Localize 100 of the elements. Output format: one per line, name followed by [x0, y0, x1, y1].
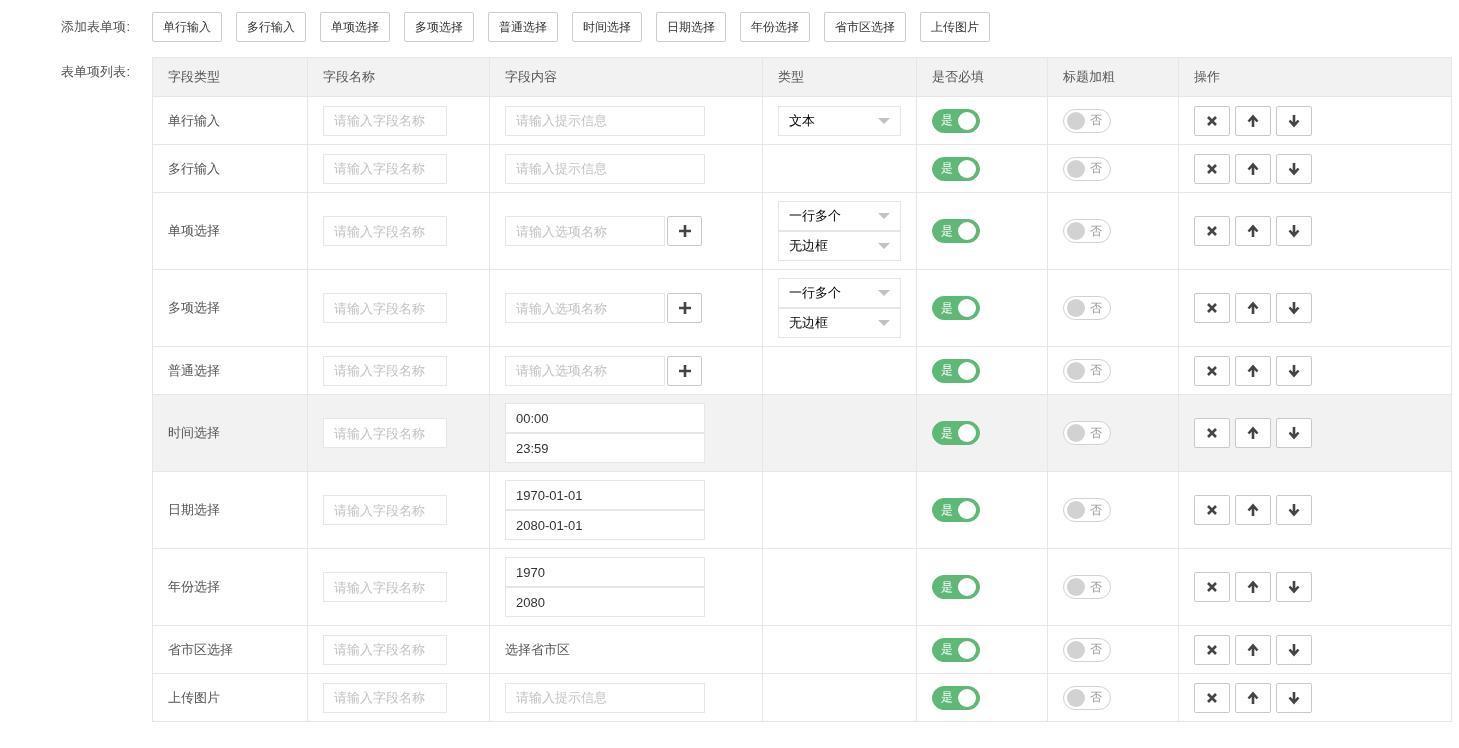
arrow-down-icon [1287, 363, 1301, 378]
move-down-button[interactable] [1276, 572, 1312, 602]
column-header: 操作 [1178, 57, 1452, 97]
select-dropdown[interactable]: 一行多个 [778, 201, 901, 231]
delete-button[interactable] [1194, 216, 1230, 246]
toggle-label: 是 [941, 689, 953, 706]
field-type-text: 单行输入 [168, 112, 220, 128]
toggle-label: 否 [1090, 501, 1102, 519]
move-up-button[interactable] [1235, 495, 1271, 525]
input-field[interactable]: 1970 [505, 557, 705, 587]
move-down-button[interactable] [1276, 105, 1312, 136]
close-icon [1205, 161, 1219, 176]
add-field-button[interactable]: 日期选择 [656, 12, 726, 42]
move-down-button[interactable] [1276, 153, 1312, 184]
move-up-button[interactable] [1235, 634, 1271, 665]
move-up-button[interactable] [1235, 153, 1271, 184]
toggle-label: 是 [941, 641, 953, 658]
add-button[interactable] [667, 216, 702, 246]
delete-button[interactable] [1194, 355, 1230, 386]
add-field-button[interactable]: 时间选择 [572, 12, 642, 42]
move-down-button[interactable] [1276, 418, 1312, 448]
add-button[interactable] [667, 355, 702, 386]
arrow-down-icon [1287, 161, 1301, 176]
caret-icon [878, 243, 890, 249]
input-field[interactable]: 23:59 [505, 433, 705, 463]
plus-icon [677, 224, 692, 238]
delete-button[interactable] [1194, 682, 1230, 713]
select-dropdown[interactable]: 一行多个 [778, 278, 901, 308]
plus-icon [677, 301, 692, 315]
toggle-label: 是 [941, 160, 953, 177]
move-down-button[interactable] [1276, 634, 1312, 665]
delete-button[interactable] [1194, 153, 1230, 184]
toggle-label: 否 [1090, 578, 1102, 596]
add-field-button[interactable]: 多项选择 [404, 12, 474, 42]
add-button[interactable] [667, 293, 702, 323]
toggle-label: 是 [941, 362, 953, 379]
toggle-label: 是 [941, 424, 953, 442]
toggle-label: 否 [1090, 160, 1102, 177]
caret-icon [878, 320, 890, 326]
input-field[interactable]: 2080-01-01 [505, 510, 705, 540]
add-field-button[interactable]: 上传图片 [920, 12, 990, 42]
add-field-button[interactable]: 省市区选择 [824, 12, 906, 42]
select-dropdown[interactable]: 文本 [778, 105, 901, 136]
plus-icon [677, 363, 692, 378]
delete-button[interactable] [1194, 572, 1230, 602]
arrow-down-icon [1287, 503, 1301, 517]
toggle-label: 是 [941, 112, 953, 129]
arrow-up-icon [1246, 301, 1260, 315]
select-dropdown[interactable]: 无边框 [778, 308, 901, 338]
add-field-button[interactable]: 普通选择 [488, 12, 558, 42]
input-field[interactable]: 00:00 [505, 403, 705, 433]
delete-button[interactable] [1194, 495, 1230, 525]
move-up-button[interactable] [1235, 216, 1271, 246]
move-down-button[interactable] [1276, 216, 1312, 246]
toggle-label: 否 [1090, 424, 1102, 442]
toggle-label: 否 [1090, 641, 1102, 658]
move-down-button[interactable] [1276, 495, 1312, 525]
select-dropdown[interactable]: 无边框 [778, 231, 901, 261]
move-up-button[interactable] [1235, 572, 1271, 602]
arrow-up-icon [1246, 224, 1260, 238]
close-icon [1205, 690, 1219, 705]
move-up-button[interactable] [1235, 355, 1271, 386]
input-field[interactable]: 2080 [505, 587, 705, 617]
arrow-up-icon [1246, 580, 1260, 594]
close-icon [1205, 363, 1219, 378]
add-field-button[interactable]: 多行输入 [236, 12, 306, 42]
close-icon [1205, 224, 1219, 238]
close-icon [1205, 503, 1219, 517]
input-field[interactable]: 1970-01-01 [505, 480, 705, 510]
close-icon [1205, 301, 1219, 315]
toggle-label: 否 [1090, 689, 1102, 706]
move-down-button[interactable] [1276, 293, 1312, 323]
arrow-down-icon [1287, 426, 1301, 440]
move-up-button[interactable] [1235, 682, 1271, 713]
add-field-button[interactable]: 单行输入 [152, 12, 222, 42]
field-type-text: 年份选择 [168, 579, 220, 594]
field-type-text: 上传图片 [168, 689, 220, 705]
add-field-button[interactable]: 年份选择 [740, 12, 810, 42]
toggle-label: 是 [941, 578, 953, 596]
delete-button[interactable] [1194, 105, 1230, 136]
toggle-label: 否 [1090, 112, 1102, 129]
delete-button[interactable] [1194, 634, 1230, 665]
close-icon [1205, 113, 1219, 128]
move-down-button[interactable] [1276, 682, 1312, 713]
column-header: 字段名称 [307, 57, 490, 97]
move-up-button[interactable] [1235, 293, 1271, 323]
delete-button[interactable] [1194, 418, 1230, 448]
column-header: 标题加粗 [1047, 57, 1179, 97]
delete-button[interactable] [1194, 293, 1230, 323]
move-up-button[interactable] [1235, 418, 1271, 448]
arrow-up-icon [1246, 503, 1260, 517]
arrow-down-icon [1287, 113, 1301, 128]
caret-icon [878, 213, 890, 219]
arrow-up-icon [1246, 426, 1260, 440]
move-down-button[interactable] [1276, 355, 1312, 386]
field-type-text: 时间选择 [168, 425, 220, 440]
arrow-up-icon [1246, 642, 1260, 657]
add-field-button[interactable]: 单项选择 [320, 12, 390, 42]
arrow-down-icon [1287, 301, 1301, 315]
move-up-button[interactable] [1235, 105, 1271, 136]
